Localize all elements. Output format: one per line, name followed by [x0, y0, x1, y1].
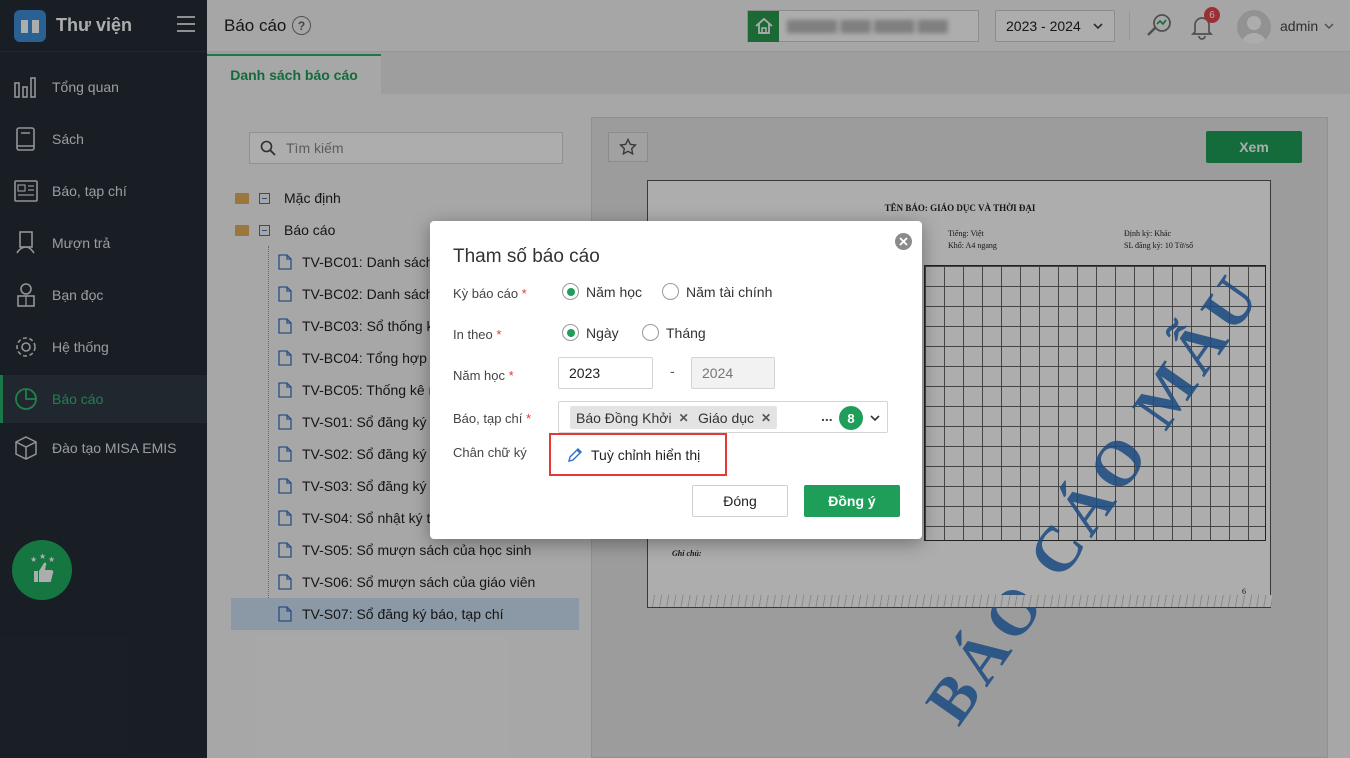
- dialog-title: Tham số báo cáo: [453, 246, 600, 267]
- year-to-input: 2024: [691, 357, 775, 389]
- tag-item: Báo Đồng Khởi ✕: [570, 406, 695, 429]
- radio-dot: [562, 324, 579, 341]
- magazine-label: Báo, tạp chí *: [453, 411, 532, 426]
- signature-label: Chân chữ ký: [453, 445, 527, 460]
- print-by-label: In theo *: [453, 327, 502, 342]
- chevron-down-icon[interactable]: [869, 412, 881, 424]
- close-button[interactable]: Đóng: [692, 485, 788, 517]
- magazine-multiselect[interactable]: Báo Đồng Khởi ✕ Giáo dục ✕ ... 8: [558, 401, 888, 433]
- radio-dot: [642, 324, 659, 341]
- customize-display-link[interactable]: Tuỳ chỉnh hiển thị: [549, 433, 727, 476]
- range-dash: -: [670, 363, 675, 379]
- radio-month[interactable]: Tháng: [642, 324, 706, 341]
- pencil-icon: [568, 447, 582, 462]
- radio-dot: [562, 283, 579, 300]
- period-label: Kỳ báo cáo *: [453, 286, 527, 301]
- year-from-input[interactable]: 2023: [558, 357, 653, 389]
- remove-tag-icon[interactable]: ✕: [761, 411, 771, 425]
- confirm-button[interactable]: Đồng ý: [804, 485, 900, 517]
- tag-item: Giáo dục ✕: [692, 406, 778, 429]
- close-icon[interactable]: [895, 233, 912, 250]
- tag-count-badge: 8: [839, 406, 863, 430]
- radio-day[interactable]: Ngày: [562, 324, 619, 341]
- remove-tag-icon[interactable]: ✕: [679, 411, 689, 425]
- report-parameters-dialog: Tham số báo cáo Kỳ báo cáo * Năm học Năm…: [430, 221, 922, 539]
- tag-overflow: ...: [821, 408, 833, 424]
- radio-dot: [662, 283, 679, 300]
- school-year-label: Năm học *: [453, 368, 514, 383]
- radio-school-year[interactable]: Năm học: [562, 283, 642, 300]
- radio-fiscal-year[interactable]: Năm tài chính: [662, 283, 772, 300]
